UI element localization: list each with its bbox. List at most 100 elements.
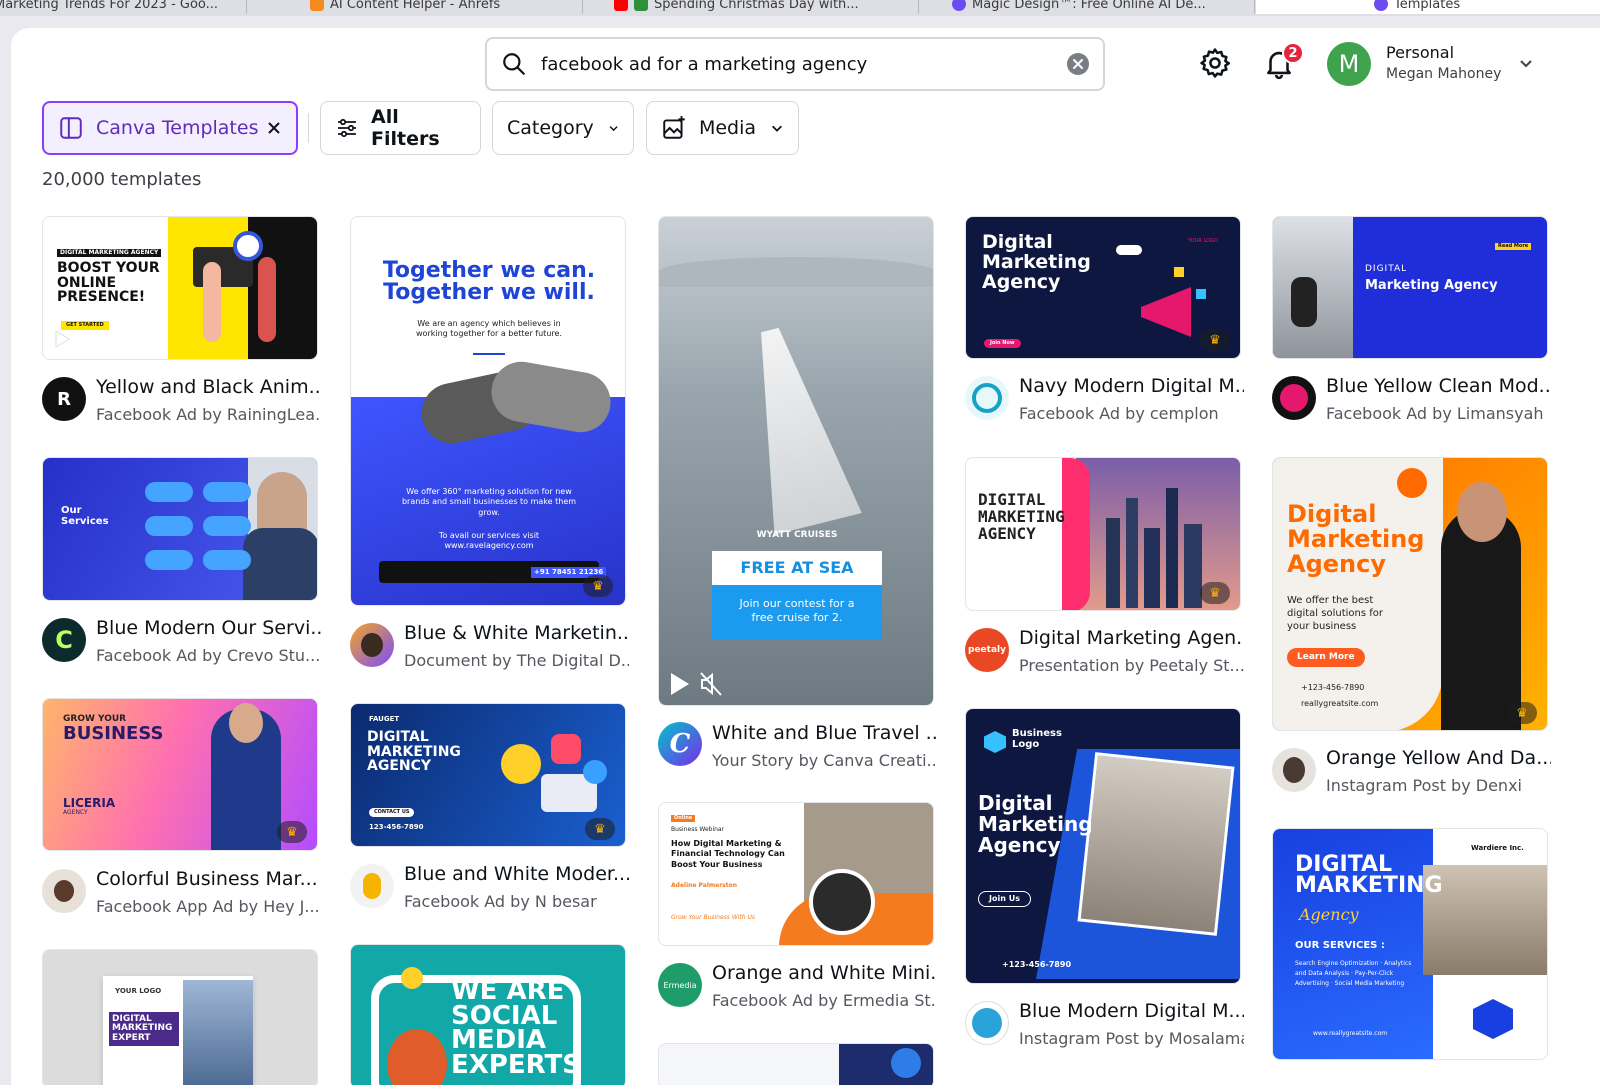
template-thumbnail[interactable]: Wardiere Inc. DIGITAL MARKETING Agency O… (1272, 828, 1548, 1060)
thumb-tag: Online (671, 815, 696, 823)
filter-chip-canva-templates[interactable]: Canva Templates (42, 101, 298, 155)
creator-avatar[interactable]: R (42, 377, 86, 421)
crown-icon: ♛ (585, 818, 615, 840)
template-title[interactable]: Yellow and Black Anim... (96, 376, 321, 398)
creator-avatar[interactable] (350, 623, 394, 667)
tab-label: Spending Christmas Day with... (654, 0, 859, 12)
browser-tab[interactable]: Marketing Trends For 2023 - Goo... (0, 0, 218, 14)
creator-avatar[interactable]: C (658, 722, 702, 766)
template-thumbnail[interactable] (658, 1043, 934, 1085)
thumb-heading: BOOST YOUR ONLINE PRESENCE! (57, 260, 160, 306)
filter-divider (308, 113, 309, 143)
template-thumbnail[interactable]: Read More DIGITAL Marketing Agency (1272, 216, 1548, 359)
thumb-heading: DIGITAL MARKETING EXPERT (109, 1012, 179, 1047)
template-thumbnail[interactable]: Digital Marketing Agency Join Now YOUR L… (965, 216, 1241, 359)
template-title[interactable]: Navy Modern Digital M... (1019, 375, 1244, 397)
play-icon[interactable] (667, 671, 691, 697)
search-bar[interactable] (485, 37, 1105, 91)
browser-tab[interactable]: Magic Design™: Free Online AI De... (952, 0, 1206, 14)
all-filters-button[interactable]: All Filters (320, 101, 481, 155)
avatar[interactable]: M (1327, 42, 1371, 86)
chip-label: All Filters (370, 106, 440, 150)
chip-label: Category (507, 117, 594, 139)
creator-avatar[interactable] (1272, 376, 1316, 420)
tab-divider (1254, 0, 1255, 14)
crown-icon: ♛ (1200, 582, 1230, 604)
gear-icon[interactable] (1198, 46, 1232, 80)
crown-icon: ♛ (1200, 329, 1230, 351)
template-thumbnail[interactable]: DIGITAL MARKETING AGENCY BOOST YOUR ONLI… (42, 216, 318, 360)
thumb-kicker: Business Webinar (671, 826, 725, 833)
mute-icon[interactable] (699, 671, 723, 697)
browser-tab[interactable]: Spending Christmas Day with... (614, 0, 859, 14)
thumb-phone: +123-456-7890 (1002, 960, 1072, 969)
close-circle-icon[interactable] (1067, 53, 1089, 75)
category-dropdown[interactable]: Category (492, 101, 634, 155)
tab-divider (582, 0, 583, 14)
template-title[interactable]: Blue Modern Digital M... (1019, 1000, 1244, 1022)
creator-avatar[interactable] (350, 864, 394, 908)
creator-avatar[interactable] (42, 869, 86, 913)
sliders-icon (337, 118, 356, 138)
thumb-heading: How Digital Marketing & Financial Techno… (671, 839, 785, 869)
browser-tab[interactable]: AI Content Helper - Ahrefs (310, 0, 500, 14)
template-thumbnail[interactable]: WE ARE SOCIAL MEDIA EXPERTS (350, 944, 626, 1085)
template-title[interactable]: Orange and White Mini... (712, 962, 937, 984)
crown-icon: ♛ (583, 575, 613, 597)
canva-favicon-icon (1374, 0, 1388, 11)
search-icon (503, 53, 525, 75)
creator-avatar[interactable] (1272, 748, 1316, 792)
template-subtitle: Facebook Ad by Crevo Stu... (96, 646, 321, 665)
tree-icon (634, 0, 648, 11)
thumb-brand: LICERIA (63, 796, 116, 810)
template-subtitle: Facebook Ad by cemplon (1019, 404, 1219, 423)
template-thumbnail[interactable]: Together we can. Together we will. We ar… (350, 216, 626, 606)
thumb-site: reallygreatsite.com (1301, 699, 1379, 708)
thumb-button: Read More (1495, 243, 1532, 251)
template-title[interactable]: Digital Marketing Agen... (1019, 627, 1244, 649)
template-title[interactable]: Blue and White Moder... (404, 863, 629, 885)
tab-label: Marketing Trends For 2023 - Goo... (0, 0, 219, 12)
tab-label: Magic Design™: Free Online AI De... (972, 0, 1206, 12)
template-title[interactable]: Orange Yellow And Da... (1326, 747, 1551, 769)
template-title[interactable]: White and Blue Travel ... (712, 722, 937, 744)
thumb-logo: YOUR LOGO (1188, 238, 1218, 244)
thumb-text: To avail our services visit www.ravelage… (438, 531, 540, 551)
template-thumbnail[interactable]: YOUR LOGO DIGITAL MARKETING EXPERT (42, 949, 318, 1085)
template-subtitle: Your Story by Canva Creati... (712, 751, 937, 770)
chevron-down-icon[interactable] (1518, 55, 1534, 71)
thumb-heading: Digital Marketing Agency (1287, 500, 1425, 579)
search-input[interactable] (541, 53, 1041, 75)
creator-avatar[interactable]: peetaly (965, 628, 1009, 672)
thumb-phone: +123-456-7890 (1301, 683, 1365, 692)
thumb-logo: YOUR LOGO (115, 987, 162, 995)
template-thumbnail[interactable]: FAUGET DIGITAL MARKETING AGENCY CONTACT … (350, 703, 626, 847)
browser-tab-active[interactable]: Templates (1256, 0, 1600, 14)
template-subtitle: Facebook App Ad by Hey J... (96, 897, 320, 916)
thumb-button: Join Us (978, 891, 1031, 908)
template-title[interactable]: Blue Yellow Clean Mod... (1326, 375, 1551, 397)
creator-avatar[interactable]: C (42, 618, 86, 662)
play-icon[interactable] (53, 329, 71, 349)
template-thumbnail[interactable]: Digital Marketing Agency We offer the be… (1272, 457, 1548, 731)
template-thumbnail[interactable]: WYATT CRUISES FREE AT SEA Join our conte… (658, 216, 934, 706)
template-thumbnail[interactable]: Business Logo Digital Marketing Agency J… (965, 708, 1241, 984)
template-thumbnail[interactable]: GROW YOUR BUSINESS LICERIA AGENCY ♛ (42, 698, 318, 851)
creator-avatar[interactable] (965, 1001, 1009, 1045)
template-thumbnail[interactable]: Online Business Webinar How Digital Mark… (658, 802, 934, 946)
template-title[interactable]: Blue Modern Our Servi... (96, 617, 321, 639)
account-name[interactable]: Personal (1386, 43, 1454, 62)
thumb-text: We are an agency which believes in worki… (416, 319, 562, 339)
thumb-heading: DIGITAL MARKETING AGENCY (978, 490, 1065, 543)
crown-icon: ♛ (1507, 702, 1537, 724)
youtube-favicon-icon (614, 0, 628, 11)
creator-avatar[interactable] (965, 376, 1009, 420)
close-icon[interactable] (266, 120, 282, 136)
template-title[interactable]: Blue & White Marketin... (404, 622, 629, 644)
media-dropdown[interactable]: Media (646, 101, 799, 155)
creator-avatar[interactable]: Ermedia (658, 963, 702, 1007)
template-title[interactable]: Colorful Business Mar... (96, 868, 321, 890)
template-thumbnail[interactable]: Our Services (42, 457, 318, 601)
template-subtitle: Facebook Ad by RainingLea... (96, 405, 321, 424)
template-thumbnail[interactable]: DIGITAL MARKETING AGENCY ♛ (965, 457, 1241, 611)
